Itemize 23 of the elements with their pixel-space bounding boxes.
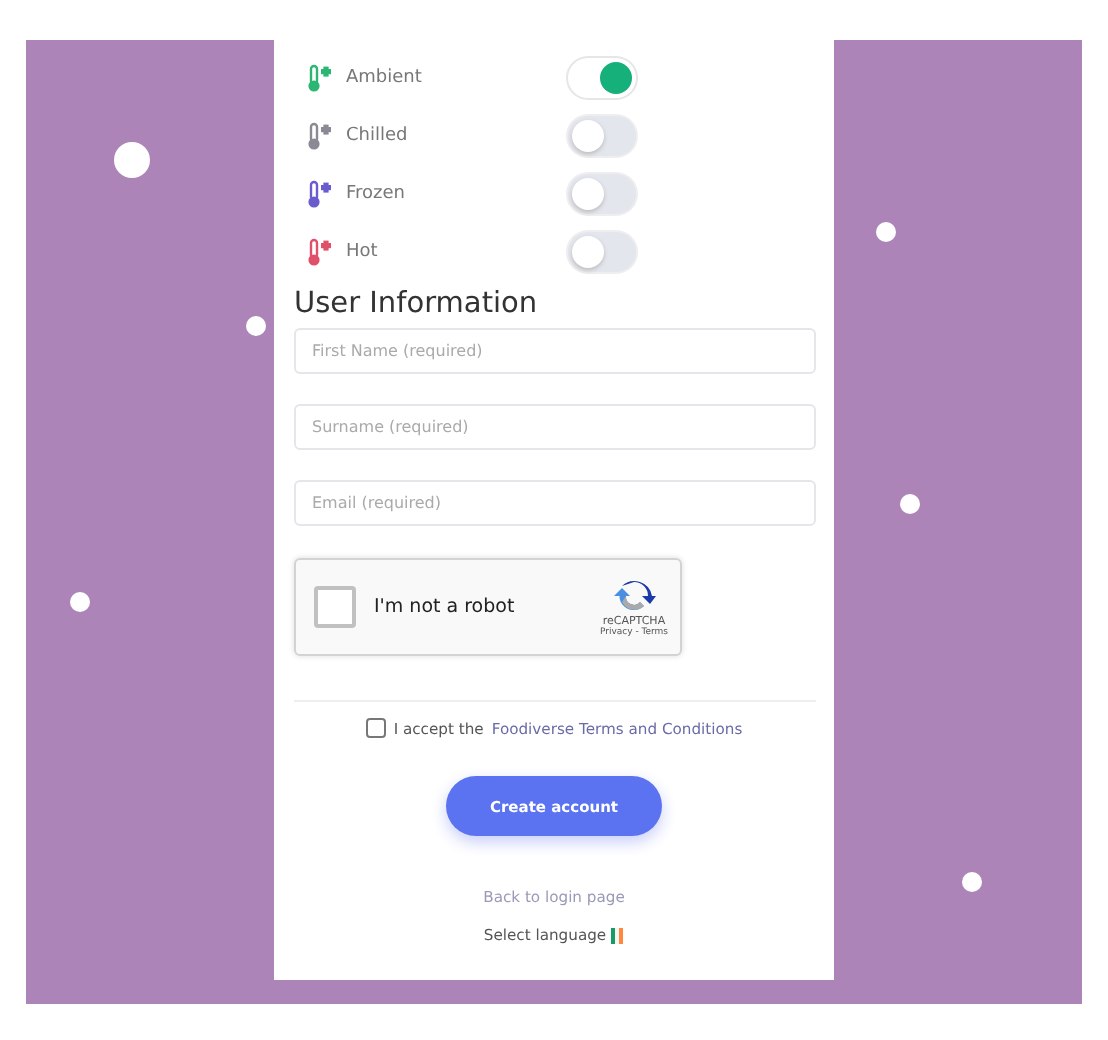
toggle-label: Chilled	[346, 125, 410, 145]
flag-icon[interactable]	[610, 927, 625, 943]
toggle-switch[interactable]	[568, 57, 636, 97]
decoration-dot	[876, 222, 896, 242]
recaptcha-icon	[611, 576, 656, 616]
text-input-field[interactable]: Email (required)	[294, 480, 816, 526]
toggle-label: Hot	[346, 241, 380, 261]
decoration-dot	[114, 142, 150, 178]
captcha-label: I'm not a robot	[374, 596, 517, 618]
toggle-label: Frozen	[346, 183, 407, 203]
toggle-switch[interactable]	[568, 231, 636, 271]
decoration-dot	[962, 872, 982, 892]
text-input-field[interactable]: First Name (required)	[294, 328, 816, 374]
section-title: User Information	[294, 288, 540, 320]
terms-checkbox[interactable]	[365, 718, 386, 738]
toggle-switch[interactable]	[568, 115, 636, 155]
toggle-label: Ambient	[346, 67, 424, 87]
toggle-switch[interactable]	[568, 173, 636, 213]
captcha-checkbox[interactable]	[314, 586, 356, 628]
text-input-field[interactable]: Surname (required)	[294, 404, 816, 450]
decoration-dot	[70, 592, 90, 612]
decoration-dot	[900, 494, 920, 514]
decoration-dot	[246, 316, 266, 336]
